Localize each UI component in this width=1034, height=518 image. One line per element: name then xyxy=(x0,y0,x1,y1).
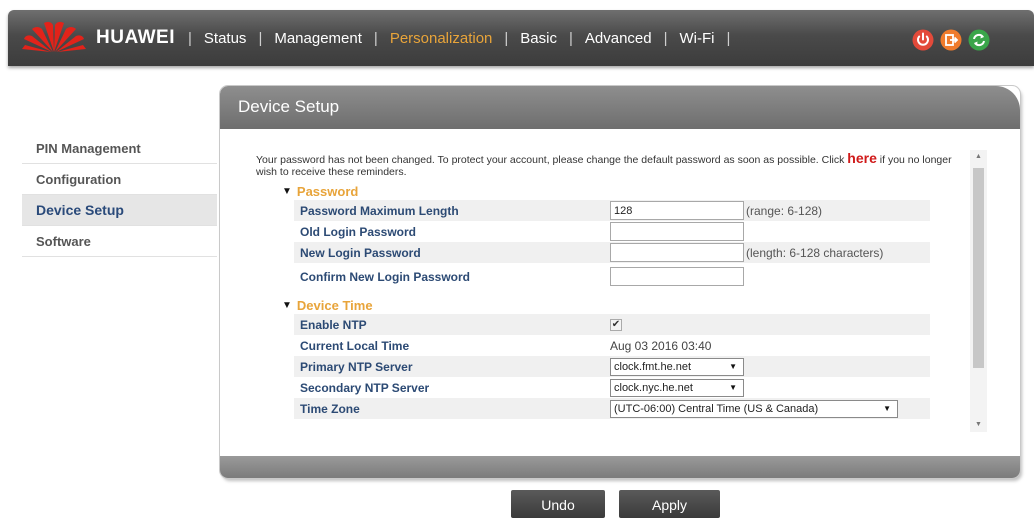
panel-header xyxy=(220,86,1020,129)
label-primary-ntp: Primary NTP Server xyxy=(300,359,413,374)
label-new-password: New Login Password xyxy=(300,245,421,260)
confirm-password-input[interactable] xyxy=(610,267,744,286)
vertical-scrollbar[interactable]: ▲ ▼ xyxy=(970,150,987,432)
row-enable-ntp: Enable NTP ✔ xyxy=(294,314,930,335)
row-secondary-ntp: Secondary NTP Server clock.nyc.he.net ▼ xyxy=(294,377,930,398)
old-password-input[interactable] xyxy=(610,222,744,241)
dropdown-arrow-icon: ▼ xyxy=(729,382,737,392)
label-old-password: Old Login Password xyxy=(300,224,417,239)
scroll-up-arrow-icon[interactable]: ▲ xyxy=(970,150,987,164)
label-current-local-time: Current Local Time xyxy=(300,338,410,353)
dismiss-reminder-link[interactable]: here xyxy=(847,152,877,166)
power-icon[interactable] xyxy=(912,29,934,51)
scrollbar-thumb[interactable] xyxy=(973,168,984,368)
nav-personalization[interactable]: Personalization xyxy=(390,30,493,47)
undo-button[interactable]: Undo xyxy=(511,490,605,518)
brand-name: HUAWEI xyxy=(96,27,175,48)
sidebar: PIN Management Configuration Device Setu… xyxy=(22,133,217,257)
sidebar-item-pin-management[interactable]: PIN Management xyxy=(22,133,217,164)
primary-ntp-select[interactable]: clock.fmt.he.net ▼ xyxy=(610,357,744,376)
label-confirm-password: Confirm New Login Password xyxy=(300,269,471,284)
label-enable-ntp: Enable NTP xyxy=(300,317,367,332)
collapse-triangle-icon[interactable]: ▼ xyxy=(282,186,292,197)
nav-separator: | xyxy=(726,30,731,47)
nav-separator: | xyxy=(663,30,668,47)
nav-wifi[interactable]: Wi-Fi xyxy=(680,30,715,47)
nav-separator: | xyxy=(504,30,509,47)
panel-footer xyxy=(220,456,1020,478)
row-old-password: Old Login Password xyxy=(294,221,930,242)
main-nav: | Status | Management | Personalization … xyxy=(176,30,742,47)
row-time-zone: Time Zone (UTC-06:00) Central Time (US &… xyxy=(294,398,930,419)
label-password-max-length: Password Maximum Length xyxy=(300,203,459,218)
section-device-time-title: Device Time xyxy=(296,297,373,313)
password-reminder-notice: Your password has not been changed. To p… xyxy=(230,152,982,178)
logout-icon[interactable] xyxy=(940,29,962,51)
settings-scroll-area: Your password has not been changed. To p… xyxy=(230,152,982,430)
refresh-icon[interactable] xyxy=(968,29,990,51)
scroll-down-arrow-icon[interactable]: ▼ xyxy=(970,418,987,432)
nav-separator: | xyxy=(188,30,192,47)
content-panel: Device Setup Your password has not been … xyxy=(220,86,1020,478)
row-primary-ntp: Primary NTP Server clock.fmt.he.net ▼ xyxy=(294,356,930,377)
apply-button[interactable]: Apply xyxy=(619,490,720,518)
sidebar-item-configuration[interactable]: Configuration xyxy=(22,164,217,195)
secondary-ntp-select[interactable]: clock.nyc.he.net ▼ xyxy=(610,378,744,397)
nav-separator: | xyxy=(258,30,263,47)
new-password-hint: (length: 6-128 characters) xyxy=(746,245,884,260)
sidebar-item-software[interactable]: Software xyxy=(22,226,217,257)
nav-basic[interactable]: Basic xyxy=(520,30,557,47)
time-zone-selected: (UTC-06:00) Central Time (US & Canada) xyxy=(614,402,819,415)
sidebar-item-device-setup[interactable]: Device Setup xyxy=(22,195,217,226)
dropdown-arrow-icon: ▼ xyxy=(883,403,891,413)
password-max-length-input[interactable] xyxy=(610,201,744,220)
nav-advanced[interactable]: Advanced xyxy=(585,30,652,47)
password-max-length-hint: (range: 6-128) xyxy=(746,203,823,218)
collapse-triangle-icon[interactable]: ▼ xyxy=(282,300,292,311)
row-password-max-length: Password Maximum Length (range: 6-128) xyxy=(294,200,930,221)
current-local-time-value: Aug 03 2016 03:40 xyxy=(610,338,712,353)
row-new-password: New Login Password (length: 6-128 charac… xyxy=(294,242,930,263)
nav-status[interactable]: Status xyxy=(204,30,247,47)
nav-management[interactable]: Management xyxy=(274,30,362,47)
huawei-logo-icon xyxy=(22,21,86,52)
section-password[interactable]: ▼ Password xyxy=(282,182,982,200)
nav-separator: | xyxy=(373,30,378,47)
enable-ntp-checkbox[interactable]: ✔ xyxy=(610,318,622,331)
primary-ntp-selected: clock.fmt.he.net xyxy=(614,360,692,373)
row-confirm-password: Confirm New Login Password xyxy=(294,263,930,290)
panel-title: Device Setup xyxy=(238,97,340,116)
label-time-zone: Time Zone xyxy=(300,401,360,416)
top-navigation-bar: HUAWEI | Status | Management | Personali… xyxy=(8,10,1034,66)
row-current-local-time: Current Local Time Aug 03 2016 03:40 xyxy=(294,335,930,356)
time-zone-select[interactable]: (UTC-06:00) Central Time (US & Canada) ▼ xyxy=(610,399,898,418)
section-device-time[interactable]: ▼ Device Time xyxy=(282,296,982,314)
label-secondary-ntp: Secondary NTP Server xyxy=(300,380,430,395)
section-password-title: Password xyxy=(296,183,359,199)
secondary-ntp-selected: clock.nyc.he.net xyxy=(614,381,693,394)
nav-separator: | xyxy=(568,30,573,47)
new-password-input[interactable] xyxy=(610,243,744,262)
dropdown-arrow-icon: ▼ xyxy=(729,361,737,371)
notice-text-before: Your password has not been changed. To p… xyxy=(256,154,848,166)
